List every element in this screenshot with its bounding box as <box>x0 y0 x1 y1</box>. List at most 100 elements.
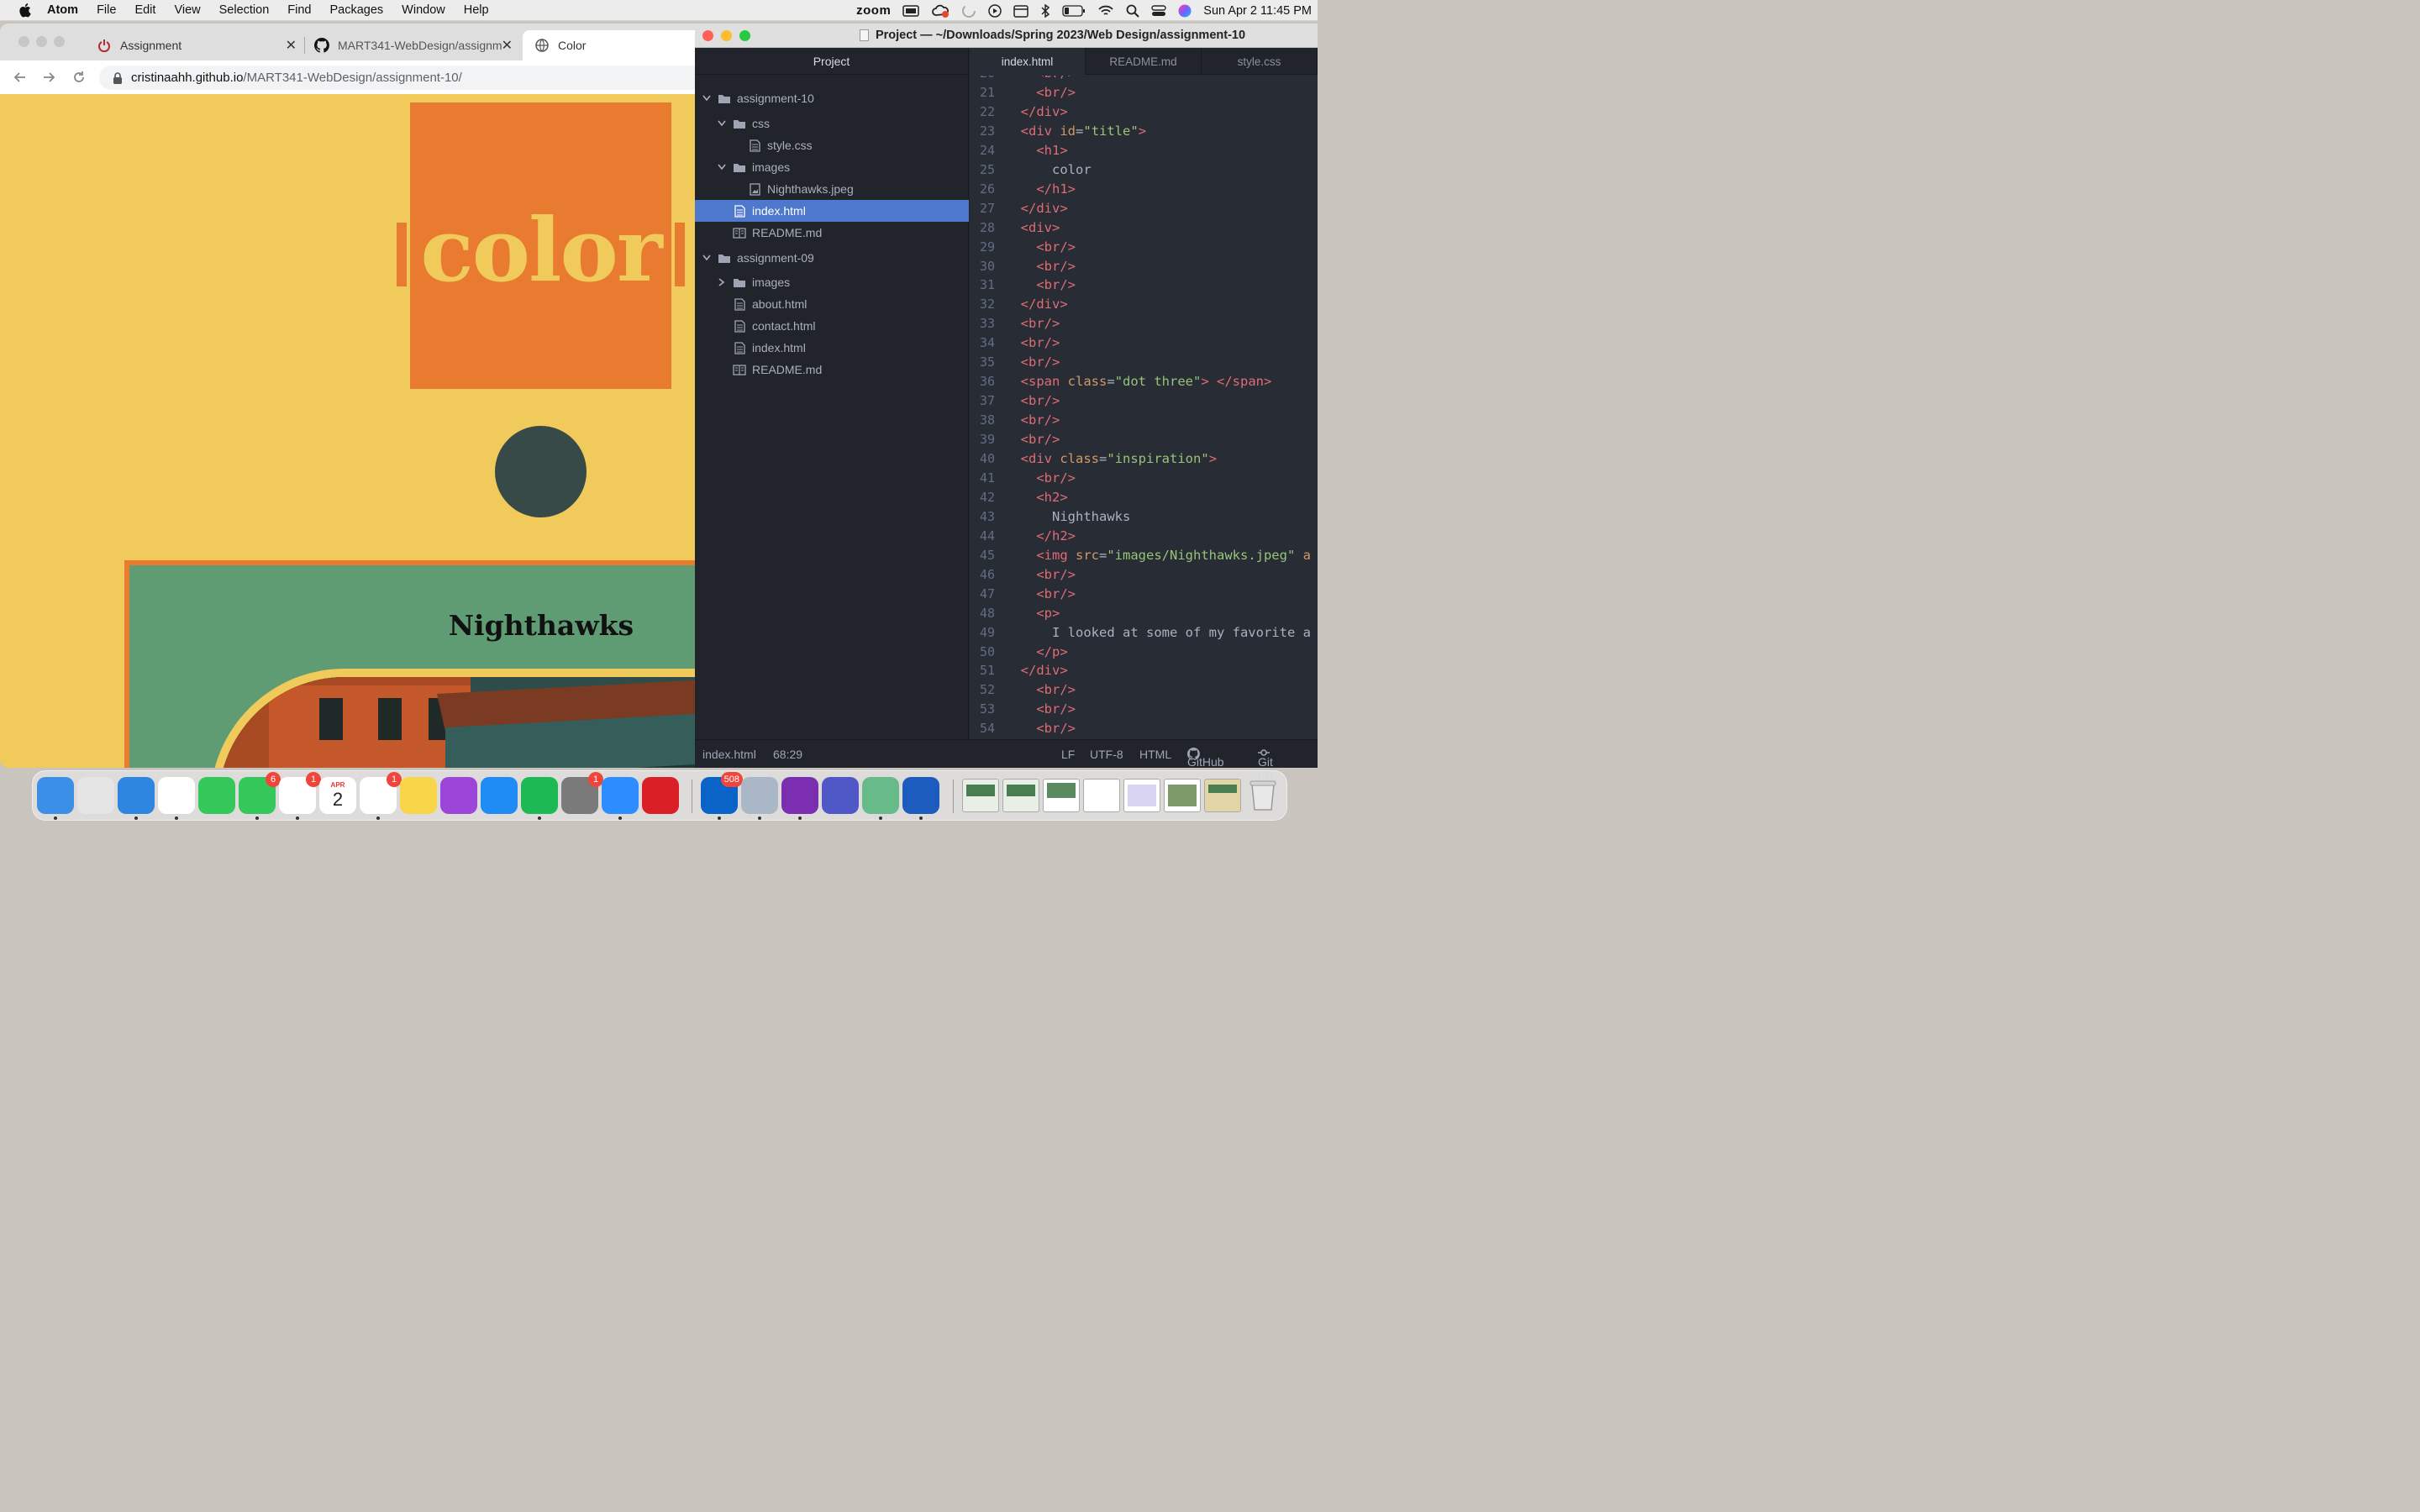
minimized-window-thumbnail[interactable] <box>1123 779 1160 812</box>
minimized-window-thumbnail[interactable] <box>1043 779 1080 812</box>
calendar-status-icon[interactable] <box>1013 4 1029 18</box>
code-line: 27 </div> <box>970 199 1318 218</box>
zoom-menu-extra[interactable]: zoom <box>856 3 891 18</box>
tree-item[interactable]: assignment-10 <box>695 87 969 109</box>
apple-icon[interactable] <box>15 1 34 19</box>
status-file[interactable]: index.html <box>702 748 756 761</box>
minimized-window-thumbnail[interactable] <box>1083 779 1120 812</box>
status-cursor-position[interactable]: 68:29 <box>773 748 802 761</box>
minimized-window-thumbnail[interactable] <box>1002 779 1039 812</box>
reload-icon[interactable] <box>71 69 87 86</box>
tree-view-header[interactable]: Project <box>695 48 968 75</box>
code-token: "title" <box>1083 123 1139 139</box>
menu-edit[interactable]: Edit <box>125 0 165 21</box>
reminders-icon[interactable]: 1 <box>360 772 402 814</box>
tree-item[interactable]: contact.html <box>695 315 969 337</box>
globe-icon <box>534 38 550 53</box>
editor-tab-readme[interactable]: README.md <box>1086 48 1202 75</box>
tree-item[interactable]: css <box>695 113 969 134</box>
code-area[interactable]: 20 <br/>21 <br/>22 </div>23 <div id="tit… <box>970 76 1318 739</box>
chrome-icon[interactable] <box>158 777 195 814</box>
calendar-icon[interactable]: APR 2 <box>319 777 356 814</box>
close-tab-icon[interactable]: ✕ <box>286 37 297 54</box>
tree-item[interactable]: assignment-09 <box>695 247 969 269</box>
spotlight-search-icon[interactable] <box>1126 4 1140 18</box>
trash-icon[interactable] <box>1244 777 1281 814</box>
zoom-icon[interactable] <box>602 777 639 814</box>
close-tab-icon[interactable]: ✕ <box>502 37 513 54</box>
battery-icon[interactable] <box>1062 4 1086 17</box>
tree-item[interactable]: index.html <box>695 200 969 222</box>
menu-packages[interactable]: Packages <box>320 0 392 21</box>
dot-three <box>495 426 587 517</box>
minimized-window-thumbnail[interactable] <box>1204 779 1241 812</box>
creative-cloud-icon[interactable] <box>642 777 679 814</box>
display-icon[interactable] <box>902 4 920 17</box>
bluetooth-icon[interactable] <box>1040 3 1050 18</box>
control-center-icon[interactable] <box>1151 4 1166 18</box>
tree-item[interactable]: images <box>695 156 969 178</box>
play-icon[interactable] <box>988 3 1002 18</box>
creative-cloud-status-icon[interactable] <box>931 3 950 18</box>
minimized-window-thumbnail[interactable] <box>962 779 999 812</box>
notes-icon[interactable] <box>400 777 437 814</box>
preview-icon[interactable] <box>741 777 778 814</box>
system-preferences-icon[interactable]: 1 <box>561 772 603 814</box>
app-store-icon[interactable] <box>481 777 518 814</box>
back-arrow-icon[interactable] <box>12 69 29 86</box>
zoom-window-button[interactable] <box>739 30 750 41</box>
podcasts-icon[interactable] <box>440 777 477 814</box>
minimize-window-button[interactable] <box>721 30 732 41</box>
menu-file[interactable]: File <box>87 0 125 21</box>
status-grammar[interactable]: HTML <box>1139 748 1171 761</box>
atom-icon[interactable] <box>862 777 899 814</box>
browser-tab-github[interactable]: MART341-WebDesign/assignm ✕ <box>306 30 521 60</box>
outlook-icon[interactable]: 508 <box>701 772 743 814</box>
siri-icon[interactable] <box>1178 4 1192 18</box>
minimize-window-button[interactable] <box>36 36 47 47</box>
zoom-window-button[interactable] <box>54 36 65 47</box>
editor-tab-index-html[interactable]: index.html <box>970 48 1086 75</box>
menu-window[interactable]: Window <box>392 0 455 21</box>
tree-item[interactable]: README.md <box>695 359 969 381</box>
close-window-button[interactable] <box>18 36 29 47</box>
browser-tab-assignment[interactable]: Assignment ✕ <box>88 30 305 60</box>
loading-icon[interactable] <box>961 3 976 18</box>
tree-item[interactable]: README.md <box>695 222 969 244</box>
forward-arrow-icon[interactable] <box>40 69 57 86</box>
editor-tab-style-css[interactable]: style.css <box>1202 48 1318 75</box>
tree-item[interactable]: about.html <box>695 293 969 315</box>
spotify-icon[interactable] <box>521 777 558 814</box>
onenote-icon[interactable] <box>781 777 818 814</box>
status-github[interactable]: GitHub <box>1187 748 1224 769</box>
menu-view[interactable]: View <box>165 0 209 21</box>
menu-selection[interactable]: Selection <box>210 0 279 21</box>
minimized-window-thumbnail[interactable] <box>1164 779 1201 812</box>
status-git[interactable]: Git (0) <box>1258 748 1273 782</box>
code-line: 25 color <box>970 160 1318 180</box>
teams-icon[interactable] <box>822 777 859 814</box>
lock-icon[interactable] <box>113 71 123 84</box>
address-bar[interactable]: cristinaahh.github.io/MART341-WebDesign/… <box>99 66 696 90</box>
facetime-icon[interactable] <box>198 777 235 814</box>
clock[interactable]: Sun Apr 2 11:45 PM <box>1203 4 1312 18</box>
menu-help[interactable]: Help <box>455 0 498 21</box>
tree-item[interactable]: style.css <box>695 134 969 156</box>
tree-item[interactable]: index.html <box>695 337 969 359</box>
tree-item[interactable]: Nighthawks.jpeg <box>695 178 969 200</box>
menu-app-name[interactable]: Atom <box>34 0 87 21</box>
safari-icon[interactable] <box>118 777 155 814</box>
finder-icon[interactable] <box>37 777 74 814</box>
word-icon[interactable] <box>902 777 939 814</box>
status-encoding[interactable]: UTF-8 <box>1090 748 1123 761</box>
messages-icon[interactable]: 6 <box>239 772 281 814</box>
photos-icon[interactable]: 1 <box>279 772 321 814</box>
browser-tab-color[interactable]: Color <box>523 30 696 60</box>
menu-find[interactable]: Find <box>278 0 320 21</box>
launchpad-icon[interactable] <box>77 777 114 814</box>
tree-item[interactable]: images <box>695 271 969 293</box>
close-window-button[interactable] <box>702 30 713 41</box>
wifi-icon[interactable] <box>1097 4 1114 18</box>
status-line-ending[interactable]: LF <box>1061 748 1075 761</box>
